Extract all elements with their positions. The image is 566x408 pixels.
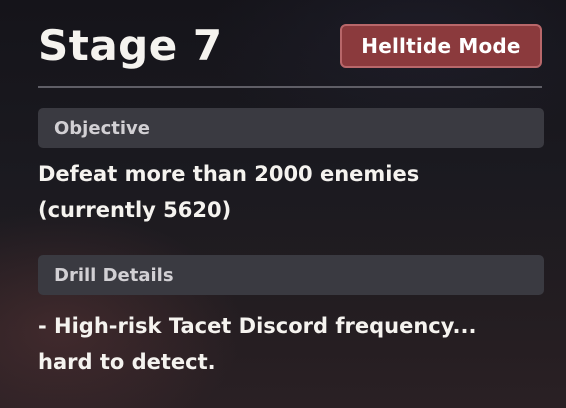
objective-header-label: Objective (54, 117, 150, 139)
drill-details-text: - High-risk Tacet Discord frequency... h… (38, 308, 544, 380)
objective-line: Defeat more than 2000 enemies (38, 162, 420, 186)
title-divider (38, 86, 542, 88)
stage-info-panel: Stage 7 Helltide Mode Objective Defeat m… (0, 0, 566, 408)
helltide-mode-button[interactable]: Helltide Mode (340, 24, 542, 68)
objective-line: (currently 5620) (38, 198, 232, 222)
objective-text: Defeat more than 2000 enemies (currently… (38, 156, 544, 228)
drill-details-header-label: Drill Details (54, 264, 174, 286)
stage-title: Stage 7 (38, 21, 223, 70)
drill-details-line: - High-risk Tacet Discord frequency... (38, 314, 477, 338)
objective-header: Objective (38, 108, 544, 148)
drill-details-line: hard to detect. (38, 350, 216, 374)
drill-details-header: Drill Details (38, 255, 544, 295)
